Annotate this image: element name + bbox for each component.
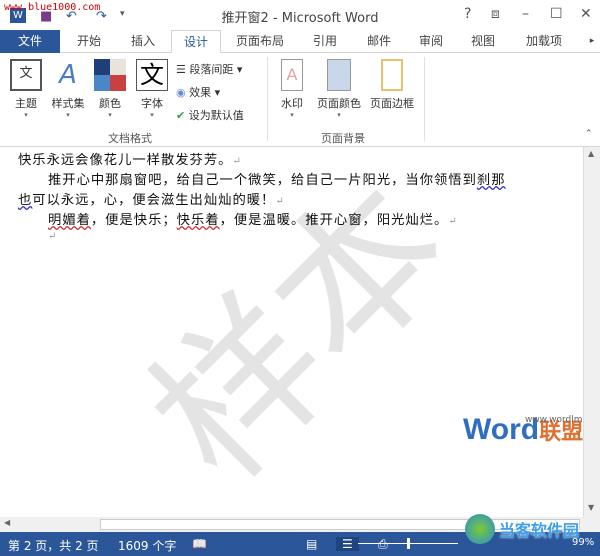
colors-label: 颜色 [99, 97, 121, 110]
tabs-scroll-right[interactable]: ▸ [586, 30, 598, 53]
theme-label: 主题 [15, 97, 37, 110]
text-line: 快乐永远会像花儿一样散发芬芳。↵ [18, 153, 242, 168]
ribbon-tabs: 文件 开始 插入 设计 页面布局 引用 邮件 审阅 视图 加载项 ▸ [0, 30, 600, 54]
tab-view[interactable]: 视图 [460, 30, 506, 53]
set-default-button[interactable]: ✔ 设为默认值 [176, 107, 244, 123]
tab-home[interactable]: 开始 [64, 30, 114, 53]
corner-logo: 当客软件园 [465, 514, 579, 544]
paragraph-spacing-icon: ☰ [176, 63, 186, 76]
fonts-label: 字体 [141, 97, 163, 110]
effects-label: 效果 [189, 86, 212, 99]
group-label-page-background: 页面背景 [321, 132, 365, 145]
group-divider [267, 57, 268, 141]
fonts-button[interactable]: 文 字体 ▾ [134, 59, 170, 119]
page-color-icon [327, 59, 351, 91]
zoom-slider[interactable] [358, 538, 458, 549]
word-lm-logo: Word联盟 www.wordlm.com [463, 413, 583, 446]
read-mode-icon[interactable]: ▤ [306, 537, 317, 551]
group-label-doc-format: 文档格式 [108, 132, 152, 145]
tab-review[interactable]: 审阅 [408, 30, 454, 53]
effects-icon: ◉ [176, 86, 186, 99]
paragraph-spacing-button[interactable]: ☰ 段落间距 ▾ [176, 61, 242, 77]
close-button[interactable]: ✕ [580, 6, 592, 22]
text-line: 推开心中那扇窗吧，给自己一个微笑，给自己一片阳光，当你领悟到刹那 [48, 173, 506, 188]
document-area[interactable]: 样本 快乐永远会像花儿一样散发芬芳。↵ 推开心中那扇窗吧，给自己一个微笑，给自己… [0, 147, 583, 517]
text-line: 明媚着，便是快乐；快乐着，便是温暖。推开心窗，阳光灿烂。↵ [48, 213, 458, 228]
corner-logo-icon [465, 514, 495, 544]
style-set-label: 样式集 [51, 97, 85, 110]
watermark-icon: A [281, 59, 303, 91]
minimize-button[interactable]: – [522, 6, 529, 22]
group-divider [424, 57, 425, 141]
fonts-icon: 文 [136, 59, 168, 91]
scroll-left-icon[interactable]: ◀ [4, 518, 10, 527]
web-layout-icon[interactable]: ⎙ [378, 537, 388, 552]
effects-button[interactable]: ◉ 效果 ▾ [176, 84, 220, 100]
paragraph-mark: ↵ [48, 231, 58, 242]
scroll-up-icon[interactable]: ▲ [588, 149, 594, 158]
word-count[interactable]: 1609 个字 [118, 537, 176, 554]
collapse-ribbon-icon[interactable]: ⌃ [585, 129, 593, 139]
page-count[interactable]: 第 2 页，共 2 页 [8, 537, 99, 554]
watermark-label: 水印 [281, 97, 303, 110]
tab-mailings[interactable]: 邮件 [356, 30, 402, 53]
ribbon: 文 主题 ▾ A 样式集 ▾ 颜色 ▾ 文 字体 ▾ ☰ 段落间距 ▾ ◉ 效果 ▾ ✔… [0, 53, 600, 147]
help-button[interactable]: ? [464, 6, 471, 22]
ribbon-display-button[interactable]: ⧈ [491, 6, 500, 22]
colors-button[interactable]: 颜色 ▾ [92, 59, 128, 119]
tab-addins[interactable]: 加载项 [516, 30, 572, 53]
window-title: 推开窗2 - Microsoft Word [221, 11, 379, 26]
vertical-scrollbar[interactable]: ▲ ▼ [583, 147, 600, 517]
proofing-icon[interactable]: 📖 [192, 537, 207, 551]
set-default-label: 设为默认值 [188, 109, 244, 122]
page-borders-label: 页面边框 [370, 97, 414, 110]
page-color-label: 页面颜色 [317, 97, 361, 110]
page-borders-button[interactable]: 页面边框 [366, 59, 418, 111]
tab-insert[interactable]: 插入 [118, 30, 168, 53]
paragraph-spacing-label: 段落间距 [189, 63, 234, 76]
maximize-button[interactable]: ☐ [550, 6, 563, 22]
style-set-button[interactable]: A 样式集 ▾ [48, 59, 88, 119]
check-icon: ✔ [176, 109, 186, 122]
theme-icon: 文 [10, 59, 42, 91]
tab-page-layout[interactable]: 页面布局 [228, 30, 292, 53]
tab-design[interactable]: 设计 [171, 30, 221, 54]
zoom-thumb[interactable] [407, 538, 410, 549]
style-set-icon: A [59, 60, 77, 90]
page-color-button[interactable]: 页面颜色 ▾ [313, 59, 365, 119]
colors-icon [94, 59, 126, 91]
tab-file[interactable]: 文件 [0, 30, 60, 53]
page-borders-icon [381, 59, 403, 91]
tab-references[interactable]: 引用 [302, 30, 348, 53]
print-layout-icon[interactable]: ☰ [336, 537, 359, 551]
scroll-down-icon[interactable]: ▼ [588, 503, 594, 512]
title-bar: W www.blue1000.com ■ ↶ ↷ ▾ 推开窗2 - Micros… [0, 0, 600, 30]
theme-button[interactable]: 文 主题 ▾ [8, 59, 44, 119]
text-line: 也可以永远，心，便会滋生出灿灿的暖！↵ [18, 193, 285, 208]
watermark-button[interactable]: A 水印 ▾ [276, 59, 308, 119]
